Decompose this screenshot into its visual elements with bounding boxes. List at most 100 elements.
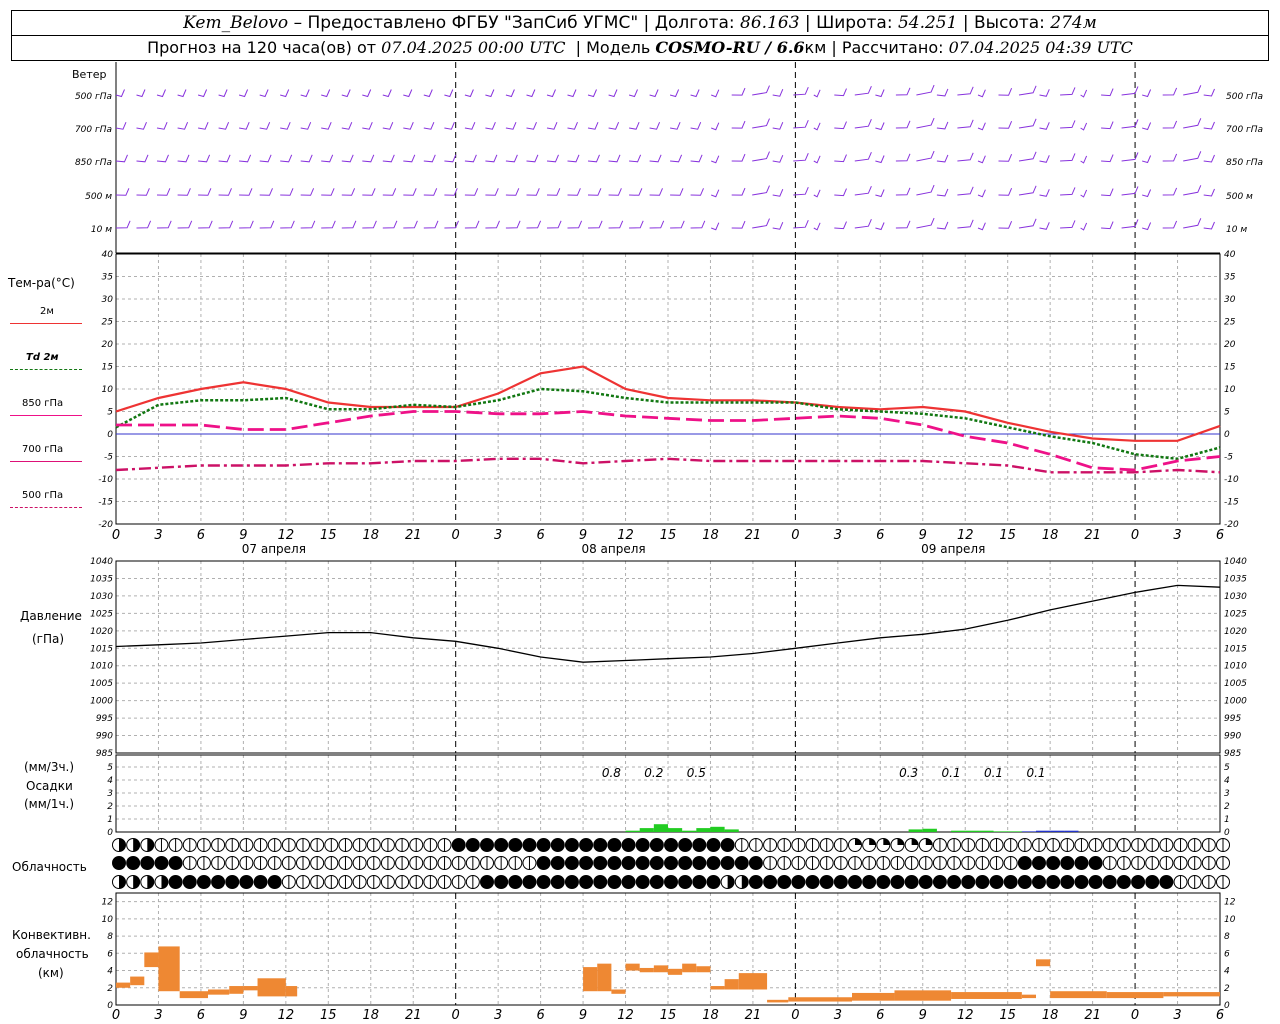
precip-bar	[639, 828, 654, 832]
wind-barb-icon	[1203, 121, 1215, 130]
wind-barb-icon	[546, 188, 561, 196]
wind-barb-icon	[362, 188, 376, 196]
conv-hour-label: 21	[745, 1008, 762, 1023]
wind-barb-icon	[752, 85, 770, 96]
cloud-cover-icon	[480, 875, 494, 889]
cloud-cover-icon	[636, 856, 650, 870]
pressure-ytick-right: 995	[1224, 714, 1241, 724]
conv-hour-label: 6	[197, 1008, 205, 1023]
cloud-cover-symbols	[112, 838, 1230, 889]
wind-barb-icon	[998, 88, 1013, 96]
wind-barb-icon	[115, 89, 125, 98]
temp-hour-label: 9	[919, 528, 927, 543]
cloud-cover-icon	[706, 856, 720, 870]
cloud-cover-icon	[678, 875, 692, 889]
conv-hour-label: 0	[791, 1008, 799, 1023]
wind-barb-icon	[341, 122, 353, 130]
wind-barb-icon	[567, 89, 577, 98]
cloud-cover-icon	[749, 856, 763, 870]
convective-bar	[208, 989, 230, 995]
wind-barb-icon	[587, 89, 597, 98]
wind-barb-icon	[300, 89, 310, 98]
wind-barb-icon	[690, 89, 700, 98]
wind-barb-icon	[341, 89, 351, 98]
wind-barb-icon	[341, 188, 356, 196]
precip-ytick-left: 2	[107, 802, 113, 812]
wind-barb-icon	[752, 151, 770, 162]
wind-barb-icon	[1101, 121, 1114, 130]
wind-level-left: 10 м	[91, 225, 112, 235]
wind-barb-icon	[423, 122, 435, 130]
convective-bar	[1050, 991, 1107, 999]
wind-barb-icon	[259, 154, 272, 163]
wind-barb-icon	[670, 154, 683, 163]
temp-ytick-right: 30	[1224, 295, 1236, 305]
convective-bar	[738, 973, 768, 990]
wind-level-left: 500 м	[85, 192, 112, 202]
meteogram-chart: 500 гПа 500 гПа 700 гПа 700 гПа 850 гПа 850 г…	[75, 62, 1263, 1023]
precip-bar	[1021, 831, 1036, 832]
wind-barb-icon	[198, 188, 212, 196]
wind-barb-icon	[485, 188, 499, 196]
temp-hour-label: 0	[112, 528, 120, 543]
pressure-ytick-left: 1030	[90, 592, 113, 602]
wind-barb-icon	[772, 155, 784, 163]
wind-barb-icon	[1018, 185, 1037, 196]
wind-barb-icon	[382, 154, 395, 163]
wind-barb-icon	[875, 189, 885, 198]
temp-ytick-right: 20	[1224, 340, 1236, 350]
wind-barb-icon	[1101, 88, 1114, 97]
wind-barb-icon	[1162, 87, 1178, 96]
precip-bar	[993, 831, 1008, 832]
wind-barb-icon	[300, 154, 313, 163]
wind-barb-icon	[546, 89, 556, 98]
wind-level-right: 500 м	[1226, 192, 1253, 202]
precip-bar	[668, 828, 683, 832]
cloud-cover-icon	[749, 875, 763, 889]
wind-barb-icon	[957, 152, 974, 162]
temp-ytick-left: -5	[104, 453, 113, 463]
conv-hour-label: 3	[1173, 1008, 1181, 1023]
wind-barb-icon	[321, 89, 331, 98]
conv-hour-label: 21	[1084, 1008, 1101, 1023]
wind-barb-icon	[731, 120, 746, 129]
wind-barb-icon	[998, 154, 1013, 162]
temp-hour-label: 3	[494, 528, 502, 543]
conv-hour-label: 3	[154, 1008, 162, 1023]
wind-barb-icon	[526, 89, 536, 98]
temp-ytick-left: 15	[102, 363, 114, 373]
cloud-cover-icon	[650, 856, 664, 870]
wind-barb-icon	[238, 89, 249, 98]
wind-barb-icon	[608, 220, 624, 229]
pressure-ytick-right: 990	[1224, 732, 1241, 742]
temp-ytick-right: 15	[1224, 363, 1236, 373]
wind-barb-icon	[772, 222, 784, 230]
wind-barb-icon	[731, 87, 746, 96]
cloud-cover-icon	[522, 838, 536, 852]
precip-bar	[625, 830, 640, 832]
conv-hour-label: 9	[919, 1008, 927, 1023]
wind-barb-icon	[382, 122, 394, 130]
wind-level-left: 700 гПа	[75, 125, 112, 135]
wind-barb-icon	[321, 220, 336, 229]
wind-barb-icon	[1039, 122, 1050, 130]
cloud-cover-icon	[133, 875, 140, 889]
cloud-cover-icon	[806, 875, 820, 889]
pressure-ytick-left: 1005	[90, 679, 113, 689]
wind-barb-icon	[423, 220, 439, 229]
wind-barb-icon	[280, 220, 295, 229]
precip-ytick-left: 3	[107, 789, 113, 799]
temp-ytick-left: 40	[102, 250, 114, 260]
convective-bar	[668, 968, 683, 975]
convective-bar	[1163, 992, 1220, 997]
cloud-cover-icon	[1089, 856, 1103, 870]
wind-barb-icon	[1203, 221, 1215, 230]
wind-barb-icon	[1080, 222, 1088, 231]
cloud-cover-icon	[706, 875, 720, 889]
wind-barb-icon	[1183, 118, 1202, 129]
wind-barb-icon	[1183, 185, 1202, 196]
convective-bar	[653, 965, 668, 973]
wind-barb-icon	[444, 122, 455, 130]
cloud-cover-icon	[664, 856, 678, 870]
wind-barb-icon	[177, 188, 191, 196]
